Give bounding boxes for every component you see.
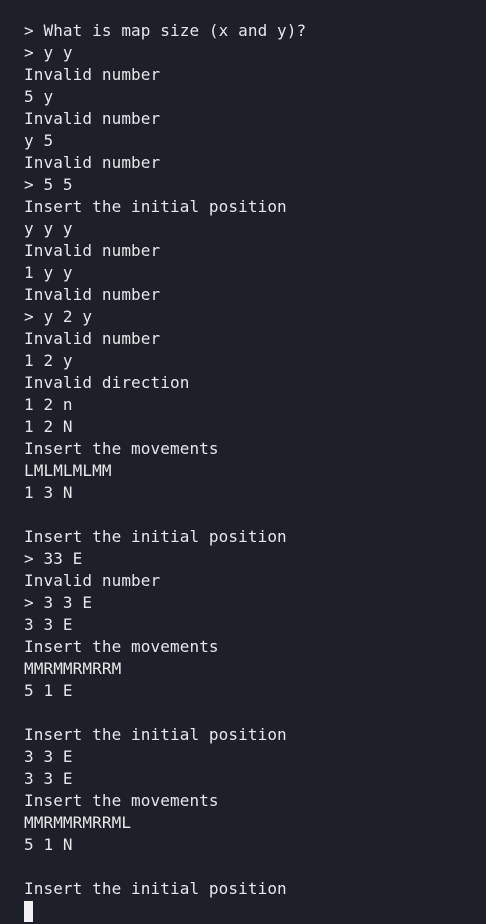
- output-line: Insert the initial position: [24, 725, 287, 744]
- output-line: > 33 E: [24, 549, 83, 568]
- output-line: y 5: [24, 131, 54, 150]
- output-line: Insert the initial position: [24, 879, 287, 898]
- output-line: > 3 3 E: [24, 593, 93, 612]
- output-line: 1 2 n: [24, 395, 73, 414]
- output-line: MMRMMRMRRM: [24, 659, 122, 678]
- output-line: Insert the movements: [24, 439, 219, 458]
- output-line: > y 2 y: [24, 307, 93, 326]
- output-line: 5 y: [24, 87, 54, 106]
- output-line: 5 1 E: [24, 681, 73, 700]
- output-line: 1 3 N: [24, 483, 73, 502]
- output-line: Invalid direction: [24, 373, 190, 392]
- output-line: > 5 5: [24, 175, 73, 194]
- output-line: 5 1 N: [24, 835, 73, 854]
- output-line: 3 3 E: [24, 747, 73, 766]
- output-line: Invalid number: [24, 153, 161, 172]
- output-line: 1 y y: [24, 263, 73, 282]
- output-line: Invalid number: [24, 241, 161, 260]
- output-line: 1 2 N: [24, 417, 73, 436]
- output-line: Insert the movements: [24, 791, 219, 810]
- output-line: Invalid number: [24, 109, 161, 128]
- output-line: Invalid number: [24, 65, 161, 84]
- output-line: LMLMLMLMM: [24, 461, 112, 480]
- output-line: Invalid number: [24, 285, 161, 304]
- output-line: Insert the initial position: [24, 197, 287, 216]
- output-line: MMRMMRMRRML: [24, 813, 132, 832]
- output-line: 3 3 E: [24, 769, 73, 788]
- output-line: Invalid number: [24, 329, 161, 348]
- text-cursor: [24, 901, 33, 922]
- output-line: 3 3 E: [24, 615, 73, 634]
- terminal-output[interactable]: > What is map size (x and y)? > y y Inva…: [0, 0, 486, 924]
- output-line: Insert the movements: [24, 637, 219, 656]
- input-line[interactable]: [24, 900, 486, 922]
- output-line: Invalid number: [24, 571, 161, 590]
- output-line: y y y: [24, 219, 73, 238]
- output-line: 1 2 y: [24, 351, 73, 370]
- output-line: > What is map size (x and y)?: [24, 21, 307, 40]
- output-line: Insert the initial position: [24, 527, 287, 546]
- output-line: > y y: [24, 43, 73, 62]
